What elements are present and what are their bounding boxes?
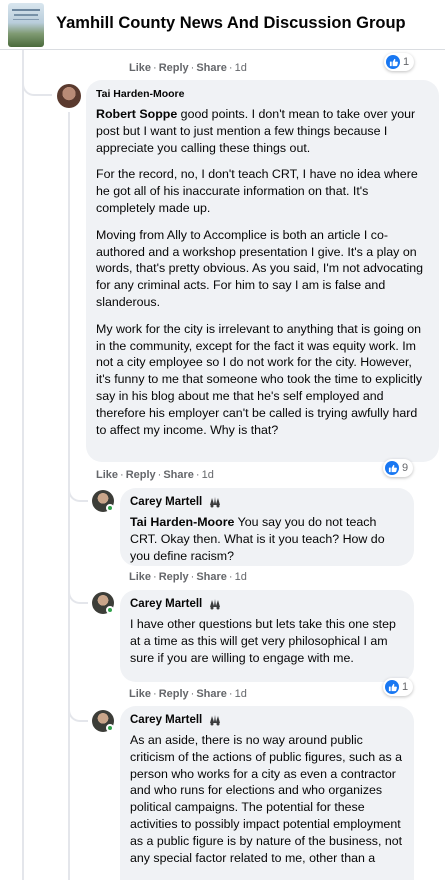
separator: · [157,469,162,481]
separator: · [153,62,157,74]
comment-author[interactable]: Carey Martell [130,598,202,610]
group-cover-thumbnail[interactable] [8,3,44,47]
separator: · [153,688,157,700]
comment-actions: Like · Reply · Share · 1d [96,469,214,481]
share-link[interactable]: Share [163,469,194,481]
comment-text: I have other questions but lets take thi… [130,617,396,665]
comment-bubble: Carey Martell I have other questions but… [120,590,414,682]
timestamp[interactable]: 1d [235,688,247,700]
reply-link[interactable]: Reply [159,688,189,700]
group-header: Yamhill County News And Discussion Group [0,0,445,50]
separator: · [153,571,157,583]
comment-author[interactable]: Carey Martell [130,496,202,508]
reply-link[interactable]: Reply [159,571,189,583]
separator: · [190,571,195,583]
like-thumb-icon [385,680,399,694]
timestamp[interactable]: 1d [202,469,214,481]
comment-author[interactable]: Carey Martell [130,714,202,726]
separator: · [195,469,200,481]
top-fan-badge-icon [210,715,221,726]
comment-text: Robert Soppe good points. I don't mean t… [96,106,429,438]
top-fan-badge-icon [210,497,221,508]
mention-link[interactable]: Tai Harden-Moore [130,515,234,529]
comment-bubble: Carey Martell As an aside, there is no w… [120,706,414,880]
comment-bubble: Carey Martell Tai Harden-Moore You say y… [120,488,414,566]
comment-text: As an aside, there is no way around publ… [130,733,403,865]
online-status-dot [106,724,114,732]
mention-link[interactable]: Robert Soppe [96,107,177,121]
share-link[interactable]: Share [196,571,227,583]
comment-bubble: Tai Harden-Moore Robert Soppe good point… [86,80,439,462]
share-link[interactable]: Share [196,62,227,74]
like-link[interactable]: Like [129,688,151,700]
reaction-count[interactable]: 9 [383,459,414,477]
share-link[interactable]: Share [196,688,227,700]
thread-connector [68,484,88,502]
comment-paragraph: Moving from Ally to Accomplice is both a… [96,227,424,309]
group-title[interactable]: Yamhill County News And Discussion Group [56,14,406,33]
separator: · [190,62,195,74]
top-fan-badge-icon [210,599,221,610]
separator: · [228,62,233,74]
reaction-count[interactable]: 1 [384,53,415,71]
like-link[interactable]: Like [129,571,151,583]
like-thumb-icon [385,461,399,475]
comment-author-row: Carey Martell [130,494,404,510]
reaction-count-number: 1 [403,56,410,68]
separator: · [228,688,233,700]
like-link[interactable]: Like [96,469,118,481]
comment-author-row: Carey Martell [130,712,404,728]
online-status-dot [106,606,114,614]
like-thumb-icon [386,55,400,69]
separator: · [228,571,233,583]
thread-connector [22,76,52,96]
online-status-dot [106,504,114,512]
reply-link[interactable]: Reply [126,469,156,481]
like-link[interactable]: Like [129,62,151,74]
comment-text: Tai Harden-Moore You say you do not teac… [130,514,404,564]
reaction-count-number: 9 [402,462,409,474]
comment-author-row: Carey Martell [130,596,404,612]
comment-actions: Like · Reply · Share · 1d [129,571,247,583]
comment-actions: Like · Reply · Share · 1d [129,62,247,74]
reaction-count[interactable]: 1 [383,678,414,696]
timestamp[interactable]: 1d [235,571,247,583]
avatar[interactable] [57,84,81,108]
separator: · [120,469,124,481]
thread-connector [68,586,88,604]
reply-link[interactable]: Reply [159,62,189,74]
separator: · [190,688,195,700]
thread-line [22,50,24,880]
reaction-count-number: 1 [402,681,409,693]
comment-author[interactable]: Tai Harden-Moore [96,86,429,102]
comment-paragraph: My work for the city is irrelevant to an… [96,321,423,437]
thread-connector [68,704,88,722]
comment-paragraph: For the record, no, I don't teach CRT, I… [96,167,418,215]
comment-actions: Like · Reply · Share · 1d [129,688,247,700]
timestamp[interactable]: 1d [235,62,247,74]
